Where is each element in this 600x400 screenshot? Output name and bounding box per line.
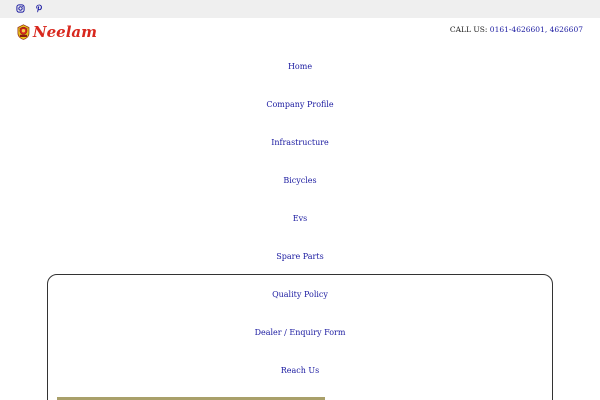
nav-link-quality-policy[interactable]: Quality Policy — [272, 290, 328, 299]
nav-item-dealer-enquiry-form: Dealer / Enquiry Form — [0, 313, 600, 351]
top-bar — [0, 0, 600, 18]
main-nav: Home Company Profile Infrastructure Bicy… — [0, 47, 600, 389]
site-logo[interactable]: Neelam — [17, 20, 97, 44]
nav-item-bicycles: Bicycles — [0, 161, 600, 199]
pinterest-icon[interactable] — [32, 2, 45, 15]
nav-item-infrastructure: Infrastructure — [0, 123, 600, 161]
nav-item-company-profile: Company Profile — [0, 85, 600, 123]
nav-item-evs: Evs — [0, 199, 600, 237]
call-us-label: CALL US: — [449, 25, 488, 34]
nav-item-home: Home — [0, 47, 600, 85]
nav-item-reach-us: Reach Us — [0, 351, 600, 389]
nav-item-quality-policy: Quality Policy — [0, 275, 600, 313]
nav-link-evs[interactable]: Evs — [293, 214, 307, 223]
nav-link-dealer-enquiry-form[interactable]: Dealer / Enquiry Form — [255, 328, 346, 337]
nav-link-company-profile[interactable]: Company Profile — [266, 100, 333, 109]
call-us: CALL US: 0161-4626601, 4626607 — [450, 25, 583, 34]
call-us-numbers[interactable]: 0161-4626601, 4626607 — [490, 25, 583, 34]
nav-link-spare-parts[interactable]: Spare Parts — [276, 252, 323, 261]
nav-link-home[interactable]: Home — [288, 62, 312, 71]
site-header: Neelam CALL US: 0161-4626601, 4626607 — [0, 18, 600, 50]
instagram-icon[interactable] — [14, 2, 27, 15]
nav-link-infrastructure[interactable]: Infrastructure — [271, 138, 329, 147]
nav-link-bicycles[interactable]: Bicycles — [283, 176, 316, 185]
logo-emblem-icon — [17, 24, 30, 40]
logo-text: Neelam — [32, 23, 97, 41]
nav-link-reach-us[interactable]: Reach Us — [281, 366, 320, 375]
nav-item-spare-parts: Spare Parts — [0, 237, 600, 275]
